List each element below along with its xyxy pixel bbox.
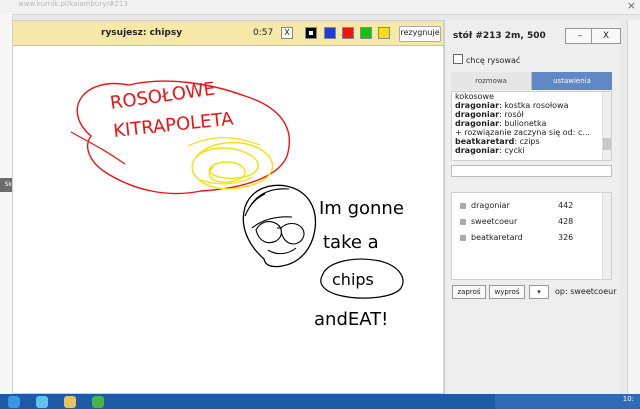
- tab-chat[interactable]: rozmowa: [451, 72, 532, 90]
- table-info: stół #213 2m, 500: [453, 31, 546, 41]
- chat-text: bulionetka: [504, 119, 547, 128]
- close-button[interactable]: X: [591, 28, 621, 44]
- browser-top-bar: www.kurnik.pl/kalambury/#213 ×: [0, 0, 640, 15]
- chat-user: dragoniar: [455, 119, 500, 128]
- player-score: 428: [558, 217, 574, 226]
- player-row: sweetcoeur 428: [460, 217, 600, 229]
- start-icon[interactable]: [8, 396, 20, 408]
- browser-icon[interactable]: [36, 396, 48, 408]
- chrome-icon[interactable]: [92, 396, 104, 408]
- chat-line: dragoniar: bulionetka: [452, 119, 611, 128]
- player-status-icon: [460, 219, 466, 225]
- chat-log[interactable]: kokosowe dragoniar: kostka rosołowa drag…: [451, 91, 612, 161]
- timer: 0:57: [253, 28, 274, 38]
- chat-line: beatkaretard: czips: [452, 137, 611, 146]
- clear-canvas-button[interactable]: X: [281, 27, 293, 39]
- chat-text: czips: [519, 137, 540, 146]
- chat-line: + rozwiązanie zaczyna się od: c...: [452, 128, 611, 137]
- player-name: dragoniar: [471, 201, 510, 210]
- chat-user: dragoniar: [455, 101, 500, 110]
- drawing-panel: rysujesz: chipsy 0:57 X rezygnuje ROSOŁO…: [12, 20, 444, 394]
- player-row: dragoniar 442: [460, 201, 600, 213]
- want-draw-checkbox[interactable]: [453, 54, 463, 64]
- black-text-line-1: Im gonne: [319, 198, 404, 219]
- chat-scroll-thumb[interactable]: [603, 138, 611, 150]
- chat-text: rosół: [504, 110, 524, 119]
- player-status-icon: [460, 203, 466, 209]
- chat-scrollbar[interactable]: [602, 92, 611, 160]
- player-status-icon: [460, 235, 466, 241]
- color-black-swatch[interactable]: [305, 27, 317, 39]
- window-close-icon[interactable]: ×: [627, 0, 636, 11]
- kick-button[interactable]: wyproś: [489, 285, 525, 299]
- operator-label: op: sweetcoeur: [555, 287, 617, 296]
- black-mouth: [267, 247, 297, 255]
- drawing-canvas[interactable]: ROSOŁOWE KITRAPOLETA Im gonne take a chi…: [13, 46, 443, 395]
- quit-button[interactable]: rezygnuje: [399, 26, 441, 42]
- chat-text: kokosowe: [455, 92, 495, 101]
- red-word-kitrapoleta: KITRAPOLETA: [112, 108, 235, 142]
- black-text-line-3: chips: [332, 270, 374, 289]
- chat-line: kokosowe: [452, 92, 611, 101]
- tab-settings[interactable]: ustawienia: [532, 72, 612, 90]
- black-glasses: [255, 221, 305, 245]
- player-name: beatkaretard: [471, 233, 523, 242]
- op-dropdown[interactable]: ▾: [529, 285, 549, 299]
- color-blue-swatch[interactable]: [324, 27, 336, 39]
- chat-text: + rozwiązanie zaczyna się od: c...: [455, 128, 591, 137]
- chat-line: dragoniar: cycki: [452, 146, 611, 155]
- clock: 10:: [622, 395, 634, 403]
- player-name: sweetcoeur: [471, 217, 518, 226]
- color-yellow-swatch[interactable]: [378, 27, 390, 39]
- chat-user: dragoniar: [455, 110, 500, 119]
- color-green-swatch[interactable]: [360, 27, 372, 39]
- want-draw-label: chcę rysować: [466, 56, 521, 65]
- chat-line: dragoniar: kostka rosołowa: [452, 101, 611, 110]
- yellow-scribble: [191, 141, 274, 190]
- chat-user: dragoniar: [455, 146, 500, 155]
- selected-color-indicator: [309, 31, 313, 35]
- player-score: 442: [558, 201, 574, 210]
- address-bar[interactable]: www.kurnik.pl/kalambury/#213: [18, 0, 208, 8]
- want-draw-toggle[interactable]: chcę rysować: [453, 53, 520, 65]
- drawing-toolbar: rysujesz: chipsy 0:57 X rezygnuje: [13, 21, 443, 46]
- chat-line: dragoniar: rosół: [452, 110, 611, 119]
- player-score: 326: [558, 233, 574, 242]
- game-sidebar: stół #213 2m, 500 – X chcę rysować rozmo…: [444, 20, 621, 394]
- page-scrollbar[interactable]: [627, 20, 640, 394]
- player-row: beatkaretard 326: [460, 233, 600, 245]
- color-red-swatch[interactable]: [342, 27, 354, 39]
- chat-text: kostka rosołowa: [504, 101, 569, 110]
- player-list: dragoniar 442 sweetcoeur 428 beatkaretard 3…: [451, 192, 612, 280]
- chat-settings-tabs: rozmowa ustawienia: [451, 72, 612, 90]
- chat-text: cycki: [504, 146, 525, 155]
- invite-button[interactable]: zaproś: [452, 285, 486, 299]
- system-tray: 10:: [495, 394, 640, 409]
- black-text-line-4: andEAT!: [314, 309, 388, 330]
- chat-input[interactable]: [451, 165, 612, 177]
- drawing-word-label: rysujesz: chipsy: [101, 28, 183, 38]
- black-text-line-2: take a: [323, 232, 379, 253]
- chat-user: beatkaretard: [455, 137, 515, 146]
- folder-icon[interactable]: [64, 396, 76, 408]
- players-scrollbar[interactable]: [602, 193, 611, 279]
- taskbar: 10:: [0, 394, 640, 409]
